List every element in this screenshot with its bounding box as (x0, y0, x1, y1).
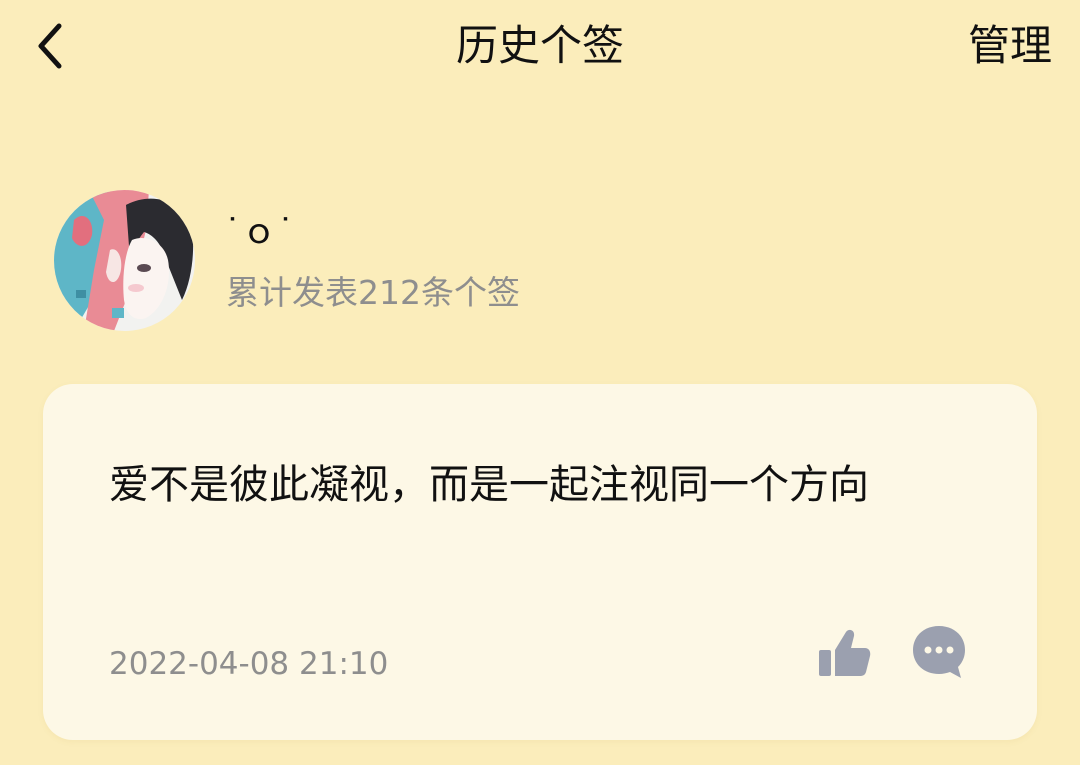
header-bar: 历史个签 管理 (0, 0, 1080, 92)
like-button[interactable] (813, 624, 873, 684)
thumbs-up-icon (819, 629, 871, 676)
page-title: 历史个签 (455, 21, 624, 70)
avatar[interactable] (54, 190, 195, 331)
comment-bubble-icon (913, 626, 965, 678)
comment-button[interactable] (909, 622, 969, 682)
signature-text: 爱不是彼此凝视，而是一起注视同一个方向 (109, 462, 869, 508)
signature-timestamp: 2022-04-08 21:10 (109, 646, 389, 682)
signature-card[interactable]: 爱不是彼此凝视，而是一起注视同一个方向 2022-04-08 21:10 (43, 384, 1037, 740)
user-nickname: ˙ｏ˙ (224, 212, 295, 252)
manage-button[interactable]: 管理 (968, 18, 1052, 74)
signature-count: 累计发表212条个签 (226, 273, 520, 312)
